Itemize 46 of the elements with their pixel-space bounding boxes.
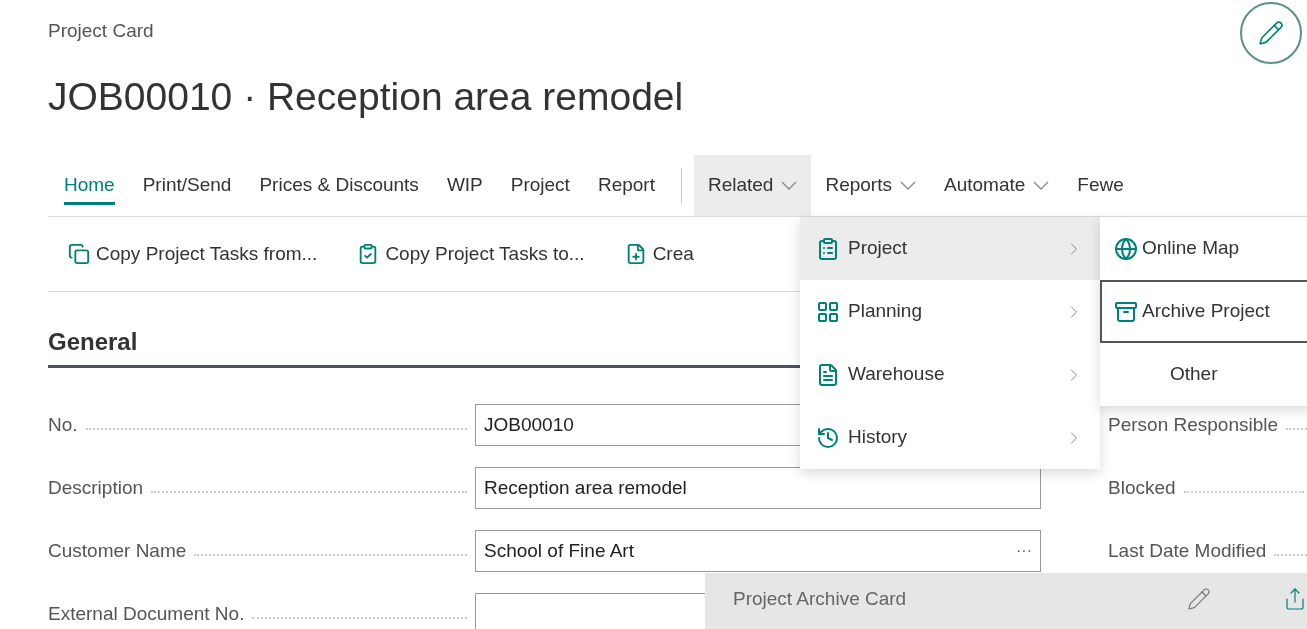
clipboard-icon [816,236,840,261]
menu-item[interactable]: Archive Project [1100,280,1307,343]
menu-item[interactable]: Project [800,217,1100,280]
field-label: Last Date Modified [1108,538,1267,563]
history-icon [816,425,840,450]
tab[interactable]: Fewe [1063,155,1138,216]
menu-item[interactable]: Warehouse [800,343,1100,406]
menu-item[interactable]: Other [1100,343,1307,406]
tab[interactable]: WIP [432,155,497,216]
menu-item[interactable]: History [800,406,1100,469]
chevron-down-icon [899,181,916,190]
archive-icon [1114,299,1138,324]
tab[interactable]: Home [50,155,129,216]
tab[interactable]: Prices & Discounts [245,155,433,216]
action-button[interactable]: Copy Project Tasks from... [68,239,318,269]
section-title: General [48,327,138,357]
page-title: JOB00010 · Reception area remodel [48,74,684,120]
field-label: No. [48,412,78,437]
menu-item[interactable]: Online Map [1100,217,1307,280]
chevron-down-icon [1033,181,1050,190]
input-field[interactable]: School of Fine Art ··· [475,530,1041,572]
grid-icon [816,299,840,324]
menu-button[interactable]: Related [693,155,812,216]
tab[interactable]: Project [496,155,584,216]
field-label: Person Responsible [1108,412,1279,437]
pencil-icon [1258,20,1284,46]
field-label: Customer Name [48,538,187,563]
share-icon [1283,587,1307,611]
field-label: Description [48,475,144,500]
lookup-button[interactable]: ··· [1016,539,1032,563]
menu-item[interactable]: Planning [800,280,1100,343]
action-button[interactable]: Copy Project Tasks to... [357,239,585,269]
field-label: External Document No. [48,601,245,626]
card-title: Project Archive Card [733,587,907,611]
pencil-icon [1187,587,1211,611]
action-button[interactable]: Crea [624,239,694,269]
menu-button[interactable]: Reports [811,155,930,216]
globe-icon [1114,236,1138,261]
copy-icon [68,243,90,265]
field-label: Blocked [1108,475,1176,500]
menu-button[interactable]: Automate [929,155,1064,216]
tab[interactable]: Report [583,155,669,216]
breadcrumb: Project Card [48,19,154,43]
document-icon [816,362,840,387]
tab[interactable]: Print/Send [128,155,246,216]
chevron-down-icon [781,181,798,190]
